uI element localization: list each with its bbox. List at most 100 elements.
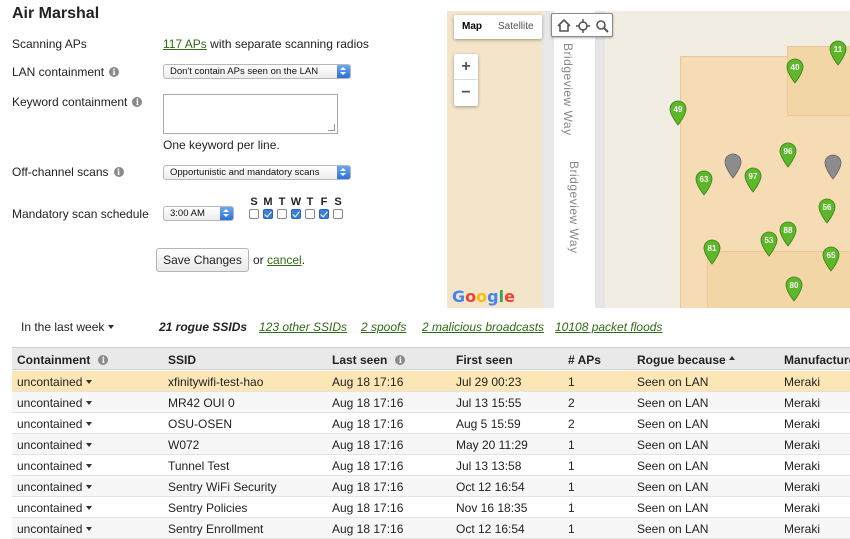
day-letter: F	[320, 196, 328, 208]
keyword-textarea[interactable]	[163, 94, 338, 134]
ap-marker-pin[interactable]	[824, 154, 842, 180]
day-letter: S	[334, 196, 342, 208]
time-filter-label: In the last week	[21, 320, 105, 334]
cancel-area: or cancel.	[253, 253, 305, 267]
cell-rogue-because: Seen on LAN	[637, 417, 708, 431]
cell-containment[interactable]: uncontained	[17, 417, 93, 431]
info-icon[interactable]: i	[395, 355, 406, 365]
cell-text: Sentry Policies	[168, 501, 248, 515]
day-checkbox[interactable]	[319, 209, 329, 219]
cell-text: Jul 29 00:23	[456, 375, 522, 389]
search-icon[interactable]	[596, 20, 609, 33]
table-row[interactable]: uncontained MR42 OUI 0 Aug 18 17:16 Jul 13 …	[12, 392, 850, 413]
lan-containment-select[interactable]: Don't contain APs seen on the LAN	[163, 64, 351, 79]
cell-text: Seen on LAN	[637, 396, 709, 410]
off-channel-select[interactable]: Opportunistic and mandatory scans	[163, 165, 351, 180]
scanning-aps-link[interactable]: 117 APs	[163, 37, 207, 51]
table-row[interactable]: uncontained xfinitywifi-test-hao Aug 18 17…	[12, 371, 850, 392]
ap-marker-pin[interactable]	[724, 153, 742, 179]
info-icon[interactable]: i	[109, 67, 120, 77]
zoom-in-button[interactable]: +	[454, 54, 478, 80]
table-row[interactable]: uncontained Tunnel Test Aug 18 17:16 Jul 13…	[12, 455, 850, 476]
cell-text: Nov 16 18:35	[456, 501, 528, 515]
map-type-map-button[interactable]: Map	[454, 15, 490, 39]
cell-containment[interactable]: uncontained	[17, 375, 93, 389]
ap-marker-pin[interactable]: 63	[695, 170, 713, 196]
ap-marker-pin[interactable]: 40	[786, 58, 804, 84]
chevron-down-icon	[86, 443, 93, 447]
day-checkbox[interactable]	[291, 209, 301, 219]
column-header[interactable]: First seen	[456, 353, 513, 367]
cell-containment[interactable]: uncontained	[17, 438, 93, 452]
google-logo-letter: o	[476, 287, 488, 306]
tab-malicious-broadcasts[interactable]: 2 malicious broadcasts	[422, 320, 544, 334]
scanning-aps-suffix: with separate scanning radios	[206, 37, 369, 51]
table-row[interactable]: uncontained OSU-OSEN Aug 18 17:16 Aug 5 15:…	[12, 413, 850, 434]
cancel-link[interactable]: cancel	[267, 253, 302, 267]
day-checkbox[interactable]	[277, 209, 287, 219]
ap-marker-pin[interactable]: 97	[744, 167, 762, 193]
tab-other-SSIDs[interactable]: 123 other SSIDs	[259, 320, 347, 334]
tab-spoofs[interactable]: 2 spoofs	[361, 320, 406, 334]
table-row[interactable]: uncontained W072 Aug 18 17:16 May 20 11:29 1…	[12, 434, 850, 455]
day-checkbox[interactable]	[305, 209, 315, 219]
cell-text: Meraki	[784, 396, 821, 410]
ap-marker-pin[interactable]: 49	[669, 100, 687, 126]
day-checkbox[interactable]	[333, 209, 343, 219]
day-letter: S	[250, 196, 258, 208]
tab-packet-floods[interactable]: 10108 packet floods	[555, 320, 662, 334]
lan-containment-text: LAN containment	[12, 65, 105, 79]
select-arrow-icon	[337, 166, 350, 179]
info-icon[interactable]: i	[113, 167, 124, 177]
column-header-label: Containment	[17, 353, 91, 367]
ap-marker-pin[interactable]: 96	[779, 142, 797, 168]
zoom-out-button[interactable]: −	[454, 80, 478, 106]
ap-marker-pin[interactable]: 81	[703, 239, 721, 265]
column-header[interactable]: Manufacturer	[784, 353, 850, 367]
map-tools	[551, 13, 613, 37]
table-row[interactable]: uncontained Sentry Policies Aug 18 17:16 No…	[12, 497, 850, 518]
cell-containment[interactable]: uncontained	[17, 459, 93, 473]
cell-containment[interactable]: uncontained	[17, 396, 93, 410]
column-header-label: Rogue because	[637, 353, 726, 367]
info-icon[interactable]: i	[98, 355, 109, 365]
column-header[interactable]: Containment i	[17, 353, 109, 367]
page-title: Air Marshal	[12, 5, 100, 22]
ap-marker-pin[interactable]: 88	[779, 221, 797, 247]
table-row[interactable]: uncontained Sentry Enrollment Aug 18 17:16…	[12, 518, 850, 539]
cell-text: 2	[568, 396, 575, 410]
google-logo-letter: e	[504, 287, 515, 306]
column-header[interactable]: Rogue because	[637, 353, 735, 367]
cell-first-seen: Aug 5 15:59	[456, 417, 521, 431]
cell-text: Meraki	[784, 417, 821, 431]
ap-marker-pin[interactable]: 65	[822, 246, 840, 272]
cell-last-seen: Aug 18 17:16	[332, 438, 403, 452]
cell-containment[interactable]: uncontained	[17, 501, 93, 515]
time-filter-dropdown[interactable]: In the last week	[21, 320, 115, 334]
map-type-control: Map Satellite	[454, 15, 542, 39]
column-header[interactable]: Last seen i	[332, 353, 406, 367]
cell-text: uncontained	[17, 501, 83, 515]
schedule-time-select[interactable]: 3:00 AM	[163, 206, 234, 221]
map-type-satellite-button[interactable]: Satellite	[490, 15, 542, 39]
table-row[interactable]: uncontained Sentry WiFi Security Aug 18 17…	[12, 476, 850, 497]
map[interactable]: Bridgeview Way Bridgeview Way Map Satell…	[447, 11, 850, 308]
cell-containment[interactable]: uncontained	[17, 480, 93, 494]
chevron-down-icon	[86, 401, 93, 405]
info-icon[interactable]: i	[132, 97, 143, 107]
ap-marker-pin[interactable]: 11	[829, 40, 847, 66]
tab-rogue-SSIDs[interactable]: 21 rogue SSIDs	[159, 320, 247, 334]
column-header-label: Manufacturer	[784, 353, 850, 367]
cell-text: Seen on LAN	[637, 459, 709, 473]
cell-text: Seen on LAN	[637, 375, 709, 389]
save-changes-button[interactable]: Save Changes	[156, 248, 249, 272]
crosshair-icon[interactable]	[576, 19, 590, 33]
ap-marker-pin[interactable]: 80	[785, 276, 803, 302]
ap-marker-pin[interactable]: 53	[760, 231, 778, 257]
day-checkbox[interactable]	[263, 209, 273, 219]
day-checkbox[interactable]	[249, 209, 259, 219]
home-icon[interactable]	[557, 18, 571, 32]
ap-marker-pin[interactable]: 56	[818, 198, 836, 224]
column-header[interactable]: SSID	[168, 353, 196, 367]
column-header[interactable]: # APs	[568, 353, 601, 367]
